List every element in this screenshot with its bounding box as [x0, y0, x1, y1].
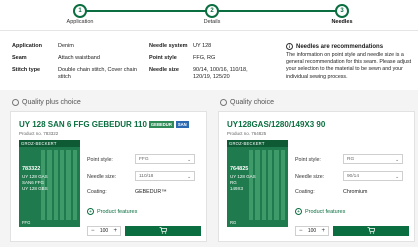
quality-choice-icon: [12, 99, 19, 106]
product-number: Product no. 783322: [19, 131, 59, 136]
chevron-down-icon: ⌄: [395, 157, 399, 162]
chevron-down-icon: ⌄: [395, 174, 399, 179]
needle-size-value: 110/18: [139, 174, 154, 179]
pack-code: 764825: [230, 166, 249, 172]
step-1-circle[interactable]: 1: [73, 4, 87, 18]
plus-circle-icon: +: [295, 208, 302, 215]
spec-key: Point style: [149, 55, 177, 61]
step-1-label: Application: [66, 19, 94, 25]
spec-value: UY 128: [193, 43, 212, 49]
choice-text: Quality plus choice: [22, 99, 81, 106]
quantity-stepper[interactable]: − 100 +: [295, 226, 329, 236]
needle-size-select[interactable]: 110/18 ⌄: [135, 171, 195, 181]
needle-size-select[interactable]: 90/14 ⌄: [343, 171, 403, 181]
step-connector: [80, 10, 212, 12]
step-2-label: Details: [203, 19, 221, 25]
product-title[interactable]: UY128GAS/1280/149X3 90: [227, 120, 325, 129]
product-title-text[interactable]: UY 128 SAN 6 FFG GEBEDUR 110: [19, 120, 147, 129]
note-title-text: Needles are recommendations: [296, 43, 384, 50]
info-icon: i: [286, 43, 293, 50]
spec-key: Application: [12, 43, 42, 49]
pack-brand: GROZ-BECKERT: [227, 140, 288, 147]
spec-value: 90/14, 100/16, 110/18, 120/19, 125/20: [193, 67, 248, 80]
quality-choice-icon: [220, 99, 227, 106]
note-text: The information on point style and needl…: [286, 52, 412, 80]
coating-value: GEBEDUR™: [135, 189, 167, 195]
plus-circle-icon: +: [87, 208, 94, 215]
chevron-down-icon: ⌄: [187, 157, 191, 162]
choice-text: Quality choice: [230, 99, 274, 106]
point-style-label: Point style:: [87, 157, 113, 163]
step-number: 1: [78, 8, 82, 14]
features-text: Product features: [97, 208, 138, 215]
pack-line: 149X3: [230, 186, 244, 191]
shopping-cart-icon: [367, 226, 376, 236]
gebedur-badge: GEBEDUR: [148, 121, 174, 128]
needle-size-label: Needle size:: [87, 174, 117, 180]
increase-button[interactable]: +: [113, 228, 117, 234]
pack-line: UY 128 GBS: [22, 186, 48, 191]
coating-label: Coating:: [295, 189, 315, 195]
product-card: UY128GAS/1280/149X3 90 Product no. 76482…: [218, 111, 415, 242]
pack-needles: [41, 150, 77, 220]
step-number: 2: [210, 8, 214, 14]
coating-label: Coating:: [87, 189, 107, 195]
point-style-select[interactable]: FFG ⌄: [135, 154, 195, 164]
point-style-label: Point style:: [295, 157, 321, 163]
needle-size-value: 90/14: [347, 174, 360, 179]
step-3-circle: 3: [335, 4, 349, 18]
point-style-value: RG: [347, 157, 355, 162]
quantity-stepper[interactable]: − 100 +: [87, 226, 121, 236]
quantity-value[interactable]: 100: [100, 228, 108, 234]
spec-value: Denim: [58, 43, 74, 49]
step-2-circle[interactable]: 2: [205, 4, 219, 18]
needle-package-image: GROZ-BECKERT 764825 UY 128 GAS RG 149X3 …: [227, 140, 288, 227]
step-3-label: Needles: [331, 19, 353, 25]
spec-value: FFG, RG: [193, 55, 216, 61]
seam-details-panel: Application Denim Seam Attach waistband …: [0, 30, 418, 90]
chevron-down-icon: ⌄: [187, 174, 191, 179]
decrease-button[interactable]: −: [299, 228, 303, 234]
product-features-link[interactable]: + Product features: [87, 208, 137, 215]
pack-line: UY 128 GAS: [230, 174, 256, 179]
pack-brand: GROZ-BECKERT: [19, 140, 80, 147]
spec-key: Needle system: [149, 43, 188, 49]
spec-key: Stitch type: [12, 67, 41, 73]
product-title[interactable]: UY 128 SAN 6 FFG GEBEDUR 110 GEBEDUR SAN: [19, 120, 189, 129]
pack-line: SAN6 FFG: [22, 180, 45, 185]
progress-stepper: 1 Application 2 Details 3 Needles: [0, 0, 418, 30]
spec-value: Attach waistband: [58, 55, 100, 61]
spec-key: Seam: [12, 55, 27, 61]
needle-package-image: GROZ-BECKERT 783322 UY 128 GAS SAN6 FFG …: [19, 140, 80, 227]
coating-value: Chromium: [343, 189, 368, 195]
quantity-value[interactable]: 100: [308, 228, 316, 234]
product-title-text[interactable]: UY128GAS/1280/149X3 90: [227, 120, 325, 129]
pack-line: UY 128 GAS: [22, 174, 48, 179]
pack-footer: RG: [230, 220, 237, 225]
step-number: 3: [340, 8, 344, 14]
san-badge: SAN: [175, 121, 189, 128]
product-number: Product no. 764825: [227, 131, 267, 136]
point-style-value: FFG: [139, 157, 149, 162]
needle-size-label: Needle size:: [295, 174, 325, 180]
point-style-select[interactable]: RG ⌄: [343, 154, 403, 164]
spec-value: Double chain stitch, Cover chain stitch: [58, 67, 137, 80]
quality-plus-choice-label: Quality plus choice: [12, 99, 81, 106]
features-text: Product features: [305, 208, 346, 215]
pack-footer: FFG: [22, 220, 31, 225]
add-to-cart-button[interactable]: [333, 226, 409, 236]
spec-key: Needle size: [149, 67, 179, 73]
increase-button[interactable]: +: [321, 228, 325, 234]
product-card: UY 128 SAN 6 FFG GEBEDUR 110 GEBEDUR SAN…: [10, 111, 207, 242]
pack-needles: [249, 150, 285, 220]
pack-code: 783322: [22, 166, 41, 172]
pack-line: RG: [230, 180, 237, 185]
add-to-cart-button[interactable]: [125, 226, 201, 236]
step-connector: [218, 10, 342, 12]
decrease-button[interactable]: −: [91, 228, 95, 234]
shopping-cart-icon: [159, 226, 168, 236]
product-features-link[interactable]: + Product features: [295, 208, 345, 215]
note-title: i Needles are recommendations: [286, 43, 383, 50]
quality-choice-label: Quality choice: [220, 99, 274, 106]
